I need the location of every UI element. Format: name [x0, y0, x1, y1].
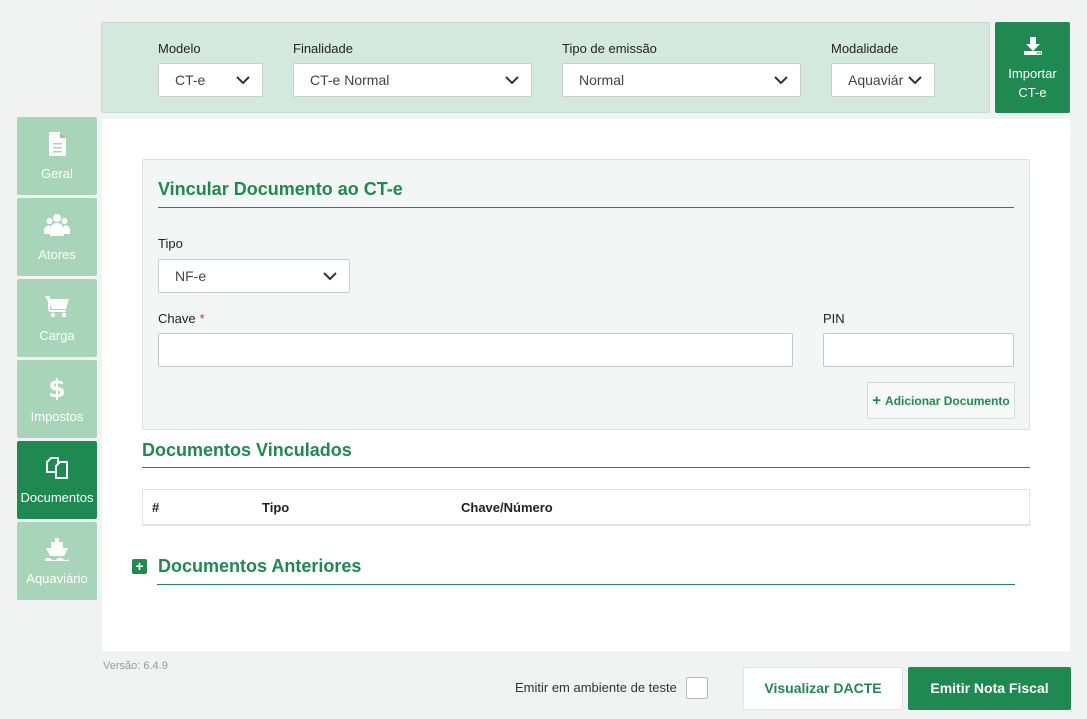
chave-label: Chave * [158, 311, 205, 326]
section-divider [157, 584, 1015, 585]
tipo-select[interactable]: NF-e [158, 259, 350, 293]
modelo-field: Modelo CT-e [158, 41, 263, 97]
section-title: Vincular Documento ao CT-e [158, 179, 403, 199]
sidebar-item-label: Impostos [30, 409, 84, 424]
import-label-line1: Importar [1008, 66, 1057, 81]
column-header: Chave/Número [461, 500, 553, 515]
required-mark: * [199, 311, 205, 326]
chave-input[interactable] [158, 333, 793, 367]
section-divider [158, 207, 1014, 208]
sidebar-item-aquaviario[interactable]: Aquaviário [17, 522, 97, 600]
finalidade-field: Finalidade CT-e Normal [293, 41, 532, 97]
import-cte-button[interactable]: Importar CT-e [995, 22, 1070, 113]
main-panel: Vincular Documento ao CT-e Tipo NF-e Cha… [102, 119, 1070, 651]
test-environment-checkbox[interactable] [686, 677, 708, 699]
modelo-value: CT-e [175, 72, 206, 88]
add-document-button[interactable]: + Adicionar Documento [867, 382, 1015, 419]
modalidade-select[interactable]: Aquaviário [831, 63, 935, 97]
documentos-anteriores-title: Documentos Anteriores [158, 556, 362, 576]
documentos-vinculados-title: Documentos Vinculados [142, 440, 352, 460]
sidebar-item-label: Atores [38, 247, 76, 262]
sidebar-item-documentos[interactable]: Documentos [17, 441, 97, 519]
sidebar-item-carga[interactable]: Carga [17, 279, 97, 357]
sidebar-item-label: Aquaviário [26, 571, 88, 586]
version-text: Versão: 6.4.9 [103, 660, 168, 672]
documentos-vinculados-table: # Tipo Chave/Número [142, 489, 1030, 526]
plus-icon: + [872, 392, 882, 409]
svg-text:$: $ [48, 374, 65, 400]
modelo-select[interactable]: CT-e [158, 63, 263, 97]
chevron-down-icon [319, 260, 341, 292]
copy-icon [46, 457, 68, 479]
dollar-icon: $ [48, 374, 65, 400]
expand-plus-icon: + [132, 559, 147, 574]
test-environment-label: Emitir em ambiente de teste [515, 680, 677, 695]
emit-invoice-button[interactable]: Emitir Nota Fiscal [908, 667, 1071, 710]
chevron-down-icon [232, 64, 254, 96]
view-dacte-button[interactable]: Visualizar DACTE [743, 667, 903, 710]
chave-label-text: Chave [158, 311, 196, 326]
tipo-emissao-label: Tipo de emissão [562, 41, 657, 56]
sidebar-item-label: Geral [41, 166, 73, 181]
vincular-documento-section: Vincular Documento ao CT-e Tipo NF-e Cha… [142, 159, 1030, 430]
download-icon [1023, 37, 1042, 55]
column-header: # [152, 500, 160, 515]
chevron-down-icon [770, 64, 792, 96]
cart-icon [45, 296, 69, 318]
document-icon [49, 132, 66, 156]
modalidade-label: Modalidade [831, 41, 899, 56]
tipo-emissao-field: Tipo de emissão Normal [562, 41, 801, 97]
tipo-emissao-value: Normal [579, 72, 625, 88]
modalidade-field: Modalidade Aquaviário [831, 41, 935, 97]
import-label-line2: CT-e [1018, 85, 1047, 100]
sidebar-item-geral[interactable]: Geral [17, 117, 97, 195]
finalidade-label: Finalidade [293, 41, 353, 56]
tipo-label: Tipo [158, 236, 183, 251]
filter-bar: Modelo CT-e Finalidade CT-e Normal Tipo … [101, 22, 990, 113]
sidebar-item-impostos[interactable]: $ Impostos [17, 360, 97, 438]
finalidade-select[interactable]: CT-e Normal [293, 63, 532, 97]
chevron-down-icon [904, 64, 926, 96]
ship-icon [45, 538, 69, 561]
column-header: Tipo [262, 500, 290, 515]
finalidade-value: CT-e Normal [310, 72, 390, 88]
sidebar-item-label: Documentos [20, 490, 94, 505]
add-document-label: Adicionar Documento [885, 394, 1010, 408]
tipo-emissao-select[interactable]: Normal [562, 63, 801, 97]
chevron-down-icon [501, 64, 523, 96]
modelo-label: Modelo [158, 41, 201, 56]
documentos-anteriores-toggle[interactable]: + Documentos Anteriores [132, 556, 361, 577]
sidebar-item-atores[interactable]: Atores [17, 198, 97, 276]
tipo-value: NF-e [175, 268, 207, 284]
users-icon [44, 214, 70, 236]
section-divider [142, 467, 1030, 468]
pin-input[interactable] [823, 333, 1014, 367]
sidebar-item-label: Carga [39, 328, 75, 343]
pin-label: PIN [823, 311, 845, 326]
